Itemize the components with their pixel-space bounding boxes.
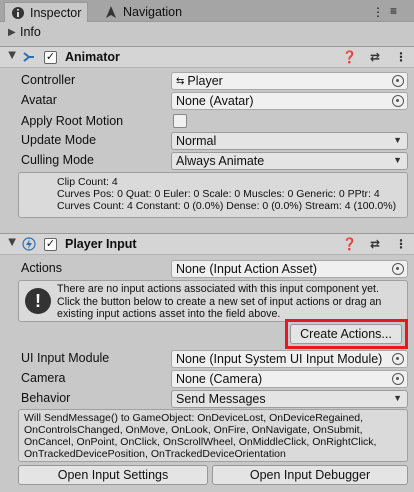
- dropdown-arrow-icon: ▼: [393, 393, 402, 403]
- dropdown-arrow-icon: ▼: [393, 155, 402, 165]
- animator-stats-box: Clip Count: 4 Curves Pos: 0 Quat: 0 Eule…: [18, 172, 408, 218]
- foldout-arrow-icon[interactable]: ▶: [7, 238, 18, 250]
- avatar-field[interactable]: None (Avatar): [171, 92, 408, 110]
- tab-inspector-label: Inspector: [30, 5, 82, 20]
- help-icon[interactable]: ❓: [342, 50, 357, 64]
- warning-line-2: Click the button below to create a new s…: [57, 295, 382, 308]
- warning-line-1: There are no input actions associated wi…: [57, 283, 379, 295]
- update-mode-label: Update Mode: [21, 133, 97, 147]
- tab-bar: Inspector Navigation ⋮ ≡: [0, 0, 414, 22]
- behavior-value: Send Messages: [176, 392, 266, 406]
- clip-count-text: Clip Count: 4: [57, 176, 118, 188]
- context-menu-icon[interactable]: ⋮: [394, 237, 408, 251]
- culling-mode-value: Always Animate: [176, 154, 265, 168]
- warning-icon: !: [25, 288, 51, 314]
- update-mode-value: Normal: [176, 134, 217, 148]
- dropdown-arrow-icon: ▼: [393, 135, 402, 145]
- animator-title: Animator: [65, 50, 120, 64]
- player-input-header[interactable]: ▶ ✓ Player Input ❓ ⇄ ⋮: [0, 233, 414, 255]
- object-picker-icon[interactable]: [392, 95, 404, 107]
- actions-field[interactable]: None (Input Action Asset): [171, 260, 408, 278]
- object-picker-icon[interactable]: [392, 263, 404, 275]
- animator-controller-icon: ⇆: [176, 75, 185, 87]
- curves-count-text: Curves Count: 4 Constant: 0 (0.0%) Dense…: [57, 200, 397, 212]
- info-foldout[interactable]: ▶ Info: [0, 22, 414, 42]
- animator-header[interactable]: ▶ ✓ Animator ❓ ⇄ ⋮: [0, 46, 414, 68]
- object-picker-icon[interactable]: [392, 353, 404, 365]
- ui-input-module-field[interactable]: None (Input System UI Input Module): [171, 350, 408, 368]
- preset-icon[interactable]: ⇄: [368, 50, 382, 64]
- curves-pos-text: Curves Pos: 0 Quat: 0 Euler: 0 Scale: 0 …: [57, 188, 380, 200]
- player-input-title: Player Input: [65, 237, 137, 251]
- apply-root-motion-label: Apply Root Motion: [21, 114, 124, 128]
- ui-input-module-label: UI Input Module: [21, 351, 110, 365]
- object-picker-icon[interactable]: [392, 373, 404, 385]
- navigation-icon: [104, 5, 118, 19]
- lightning-icon: [22, 237, 38, 251]
- actions-label: Actions: [21, 261, 62, 275]
- no-actions-warning-box: ! There are no input actions associated …: [18, 280, 408, 322]
- camera-label: Camera: [21, 371, 66, 385]
- avatar-label: Avatar: [21, 93, 57, 107]
- tab-navigation-label: Navigation: [123, 5, 183, 19]
- window-menu-icon[interactable]: ≡: [390, 4, 397, 18]
- object-picker-icon[interactable]: [392, 75, 404, 87]
- behavior-info-box: Will SendMessage() to GameObject: OnDevi…: [18, 409, 408, 462]
- behavior-info-line-1: Will SendMessage() to GameObject: OnDevi…: [24, 412, 364, 424]
- culling-mode-dropdown[interactable]: Always Animate ▼: [171, 152, 408, 170]
- behavior-info-line-2: OnControlsChanged, OnMove, OnLook, OnFir…: [24, 424, 363, 436]
- behavior-info-line-3: OnCancel, OnPoint, OnClick, OnScrollWhee…: [24, 436, 377, 448]
- controller-value: Player: [187, 74, 223, 88]
- highlight-box: [285, 319, 408, 349]
- camera-field[interactable]: None (Camera): [171, 370, 408, 388]
- more-options-icon[interactable]: ⋮: [372, 5, 384, 19]
- foldout-arrow-icon: ▶: [8, 26, 16, 38]
- player-input-enabled-checkbox[interactable]: ✓: [44, 237, 57, 251]
- ui-input-module-value: None (Input System UI Input Module): [176, 352, 383, 366]
- foldout-arrow-icon[interactable]: ▶: [7, 51, 18, 63]
- controller-field[interactable]: ⇆ Player: [171, 72, 408, 90]
- open-input-settings-button[interactable]: Open Input Settings: [18, 465, 208, 485]
- animator-enabled-checkbox[interactable]: ✓: [44, 50, 57, 64]
- behavior-dropdown[interactable]: Send Messages ▼: [171, 390, 408, 408]
- help-icon[interactable]: ❓: [342, 237, 357, 251]
- tab-navigation[interactable]: Navigation: [98, 2, 188, 22]
- controller-label: Controller: [21, 73, 76, 87]
- update-mode-dropdown[interactable]: Normal ▼: [171, 132, 408, 150]
- preset-icon[interactable]: ⇄: [368, 237, 382, 251]
- apply-root-motion-checkbox[interactable]: [173, 114, 187, 128]
- open-input-debugger-button[interactable]: Open Input Debugger: [212, 465, 408, 485]
- behavior-info-line-4: OnTrackedDevicePosition, OnTrackedDevice…: [24, 448, 286, 460]
- tab-inspector[interactable]: Inspector: [4, 2, 89, 22]
- camera-value: None (Camera): [176, 372, 263, 386]
- behavior-label: Behavior: [21, 391, 71, 405]
- avatar-value: None (Avatar): [176, 94, 254, 108]
- actions-value: None (Input Action Asset): [176, 262, 318, 276]
- context-menu-icon[interactable]: ⋮: [394, 50, 408, 64]
- info-icon: [11, 6, 25, 20]
- culling-mode-label: Culling Mode: [21, 153, 94, 167]
- animator-icon: [22, 50, 38, 64]
- info-label: Info: [20, 25, 41, 39]
